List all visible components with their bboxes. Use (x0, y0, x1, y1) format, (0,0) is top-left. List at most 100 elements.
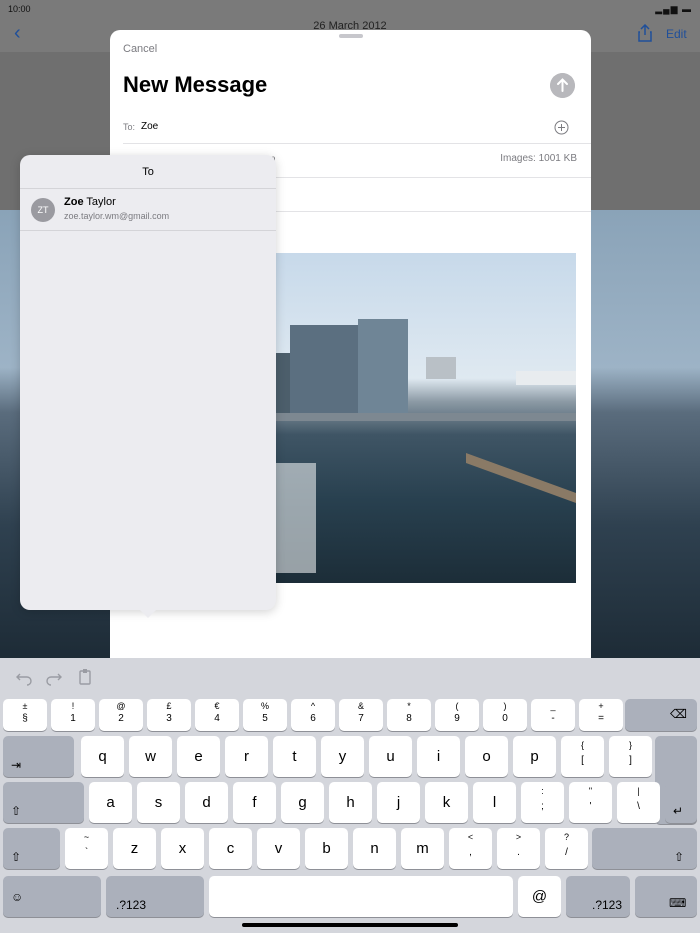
key-l[interactable]: l (473, 782, 516, 823)
key-1[interactable]: ! 1 (51, 699, 95, 731)
key-m[interactable]: m (401, 828, 444, 869)
key-primary-label: § (22, 713, 28, 724)
key-label: f (252, 794, 257, 811)
key-y[interactable]: y (321, 736, 364, 777)
space-key[interactable] (209, 876, 513, 917)
numbers-key-right[interactable]: .?123 (566, 876, 630, 917)
key-x[interactable]: x (161, 828, 204, 869)
key-label: t (292, 748, 297, 765)
key-primary-label: ] (629, 755, 632, 766)
paste-icon[interactable] (76, 668, 94, 686)
key-backtick[interactable]: ~ ` (65, 828, 108, 869)
key-n[interactable]: n (353, 828, 396, 869)
images-size-info[interactable]: Images: 1001 KB (500, 153, 577, 164)
sheet-grabber[interactable] (339, 34, 363, 38)
key-k[interactable]: k (425, 782, 468, 823)
send-button[interactable] (550, 73, 575, 98)
key-j[interactable]: j (377, 782, 420, 823)
key-p[interactable]: p (513, 736, 556, 777)
key-secondary-label: : (541, 786, 544, 796)
key-a[interactable]: a (89, 782, 132, 823)
share-icon[interactable] (636, 24, 654, 42)
key-bracket-0[interactable]: {[ (561, 736, 604, 777)
key-primary-label: 6 (310, 713, 316, 724)
key-bracket-1[interactable]: }] (609, 736, 652, 777)
numbers-key-label: .?123 (116, 898, 147, 912)
key-secondary-label: < (467, 832, 474, 842)
key-o[interactable]: o (465, 736, 508, 777)
key-§[interactable]: ± § (3, 699, 47, 731)
key-primary-label: 0 (502, 713, 508, 724)
add-recipient-icon[interactable] (554, 120, 569, 135)
status-icons: ▂▄▆ ▬ (655, 4, 692, 14)
at-key[interactable]: @ (518, 876, 561, 917)
key-u[interactable]: u (369, 736, 412, 777)
undo-icon[interactable] (15, 668, 33, 686)
tab-key[interactable]: ⇥ (3, 736, 74, 777)
shift-icon: ⇧ (11, 804, 22, 818)
key-4[interactable]: €4 (195, 699, 239, 731)
key-c[interactable]: c (209, 828, 252, 869)
key-s[interactable]: s (137, 782, 180, 823)
avatar: ZT (31, 198, 55, 222)
contact-suggestion[interactable]: ZT Zoe Taylor zoe.taylor.wm@gmail.com (20, 189, 276, 231)
key-punct3-0[interactable]: <, (449, 828, 492, 869)
key-primary-label: = (598, 713, 604, 724)
shift-lock-key[interactable]: ⇧ (3, 782, 84, 823)
key-punct-2[interactable]: | \ (617, 782, 660, 823)
shift-left-key[interactable]: ⇧ (3, 828, 60, 869)
key-5[interactable]: % 5 (243, 699, 287, 731)
key-i[interactable]: i (417, 736, 460, 777)
keyboard: ± §! 1 @2 £3 €4% 5 ^ 6 & 7 * 8(9) 0 _ - + = ⌫ ⇥ q w e r t y u i o p{… (0, 658, 700, 933)
key-q[interactable]: q (81, 736, 124, 777)
key-9[interactable]: (9 (435, 699, 479, 731)
key-z[interactable]: z (113, 828, 156, 869)
popover-title: To (20, 155, 276, 189)
key-f[interactable]: f (233, 782, 276, 823)
key-b[interactable]: b (305, 828, 348, 869)
dismiss-keyboard-key[interactable]: ⌨ (635, 876, 697, 917)
to-field[interactable]: To: Zoe (123, 120, 591, 144)
redo-icon[interactable] (45, 668, 63, 686)
key-secondary-label: ) (503, 701, 507, 711)
key-punct3-2[interactable]: ? / (545, 828, 588, 869)
key-punct-0[interactable]: :; (521, 782, 564, 823)
return-key[interactable]: ↵ (665, 782, 697, 823)
key-8[interactable]: * 8 (387, 699, 431, 731)
emoji-key[interactable]: ☺ (3, 876, 101, 917)
shift-right-key[interactable]: ⇧ (592, 828, 697, 869)
key-secondary-label: ~ (83, 832, 90, 842)
key-2[interactable]: @2 (99, 699, 143, 731)
key-h[interactable]: h (329, 782, 372, 823)
key-primary-label: 1 (70, 713, 76, 724)
images-label: Images: (500, 153, 536, 164)
key-g[interactable]: g (281, 782, 324, 823)
key-v[interactable]: v (257, 828, 300, 869)
key-=[interactable]: + = (579, 699, 623, 731)
key-label: y (338, 748, 347, 765)
cancel-button[interactable]: Cancel (123, 43, 157, 55)
key-punct-1[interactable]: " ' (569, 782, 612, 823)
key-d[interactable]: d (185, 782, 228, 823)
key-3[interactable]: £3 (147, 699, 191, 731)
key-label: q (98, 748, 107, 765)
key-label: s (154, 794, 163, 811)
key-0[interactable]: ) 0 (483, 699, 527, 731)
key-primary-label: 8 (406, 713, 412, 724)
contact-first-name: Zoe (64, 196, 84, 208)
attached-photo[interactable] (276, 253, 576, 583)
key-6[interactable]: ^ 6 (291, 699, 335, 731)
key-7[interactable]: & 7 (339, 699, 383, 731)
numbers-key-left[interactable]: .?123 (106, 876, 204, 917)
key-t[interactable]: t (273, 736, 316, 777)
delete-key[interactable]: ⌫ (625, 699, 697, 731)
to-input[interactable]: Zoe (141, 121, 158, 132)
key-secondary-label: ( (455, 701, 459, 711)
key-r[interactable]: r (225, 736, 268, 777)
key-punct3-1[interactable]: >. (497, 828, 540, 869)
key--[interactable]: _ - (531, 699, 575, 731)
key-e[interactable]: e (177, 736, 220, 777)
key-w[interactable]: w (129, 736, 172, 777)
edit-button[interactable]: Edit (666, 27, 687, 41)
key-primary-label: - (551, 713, 555, 724)
